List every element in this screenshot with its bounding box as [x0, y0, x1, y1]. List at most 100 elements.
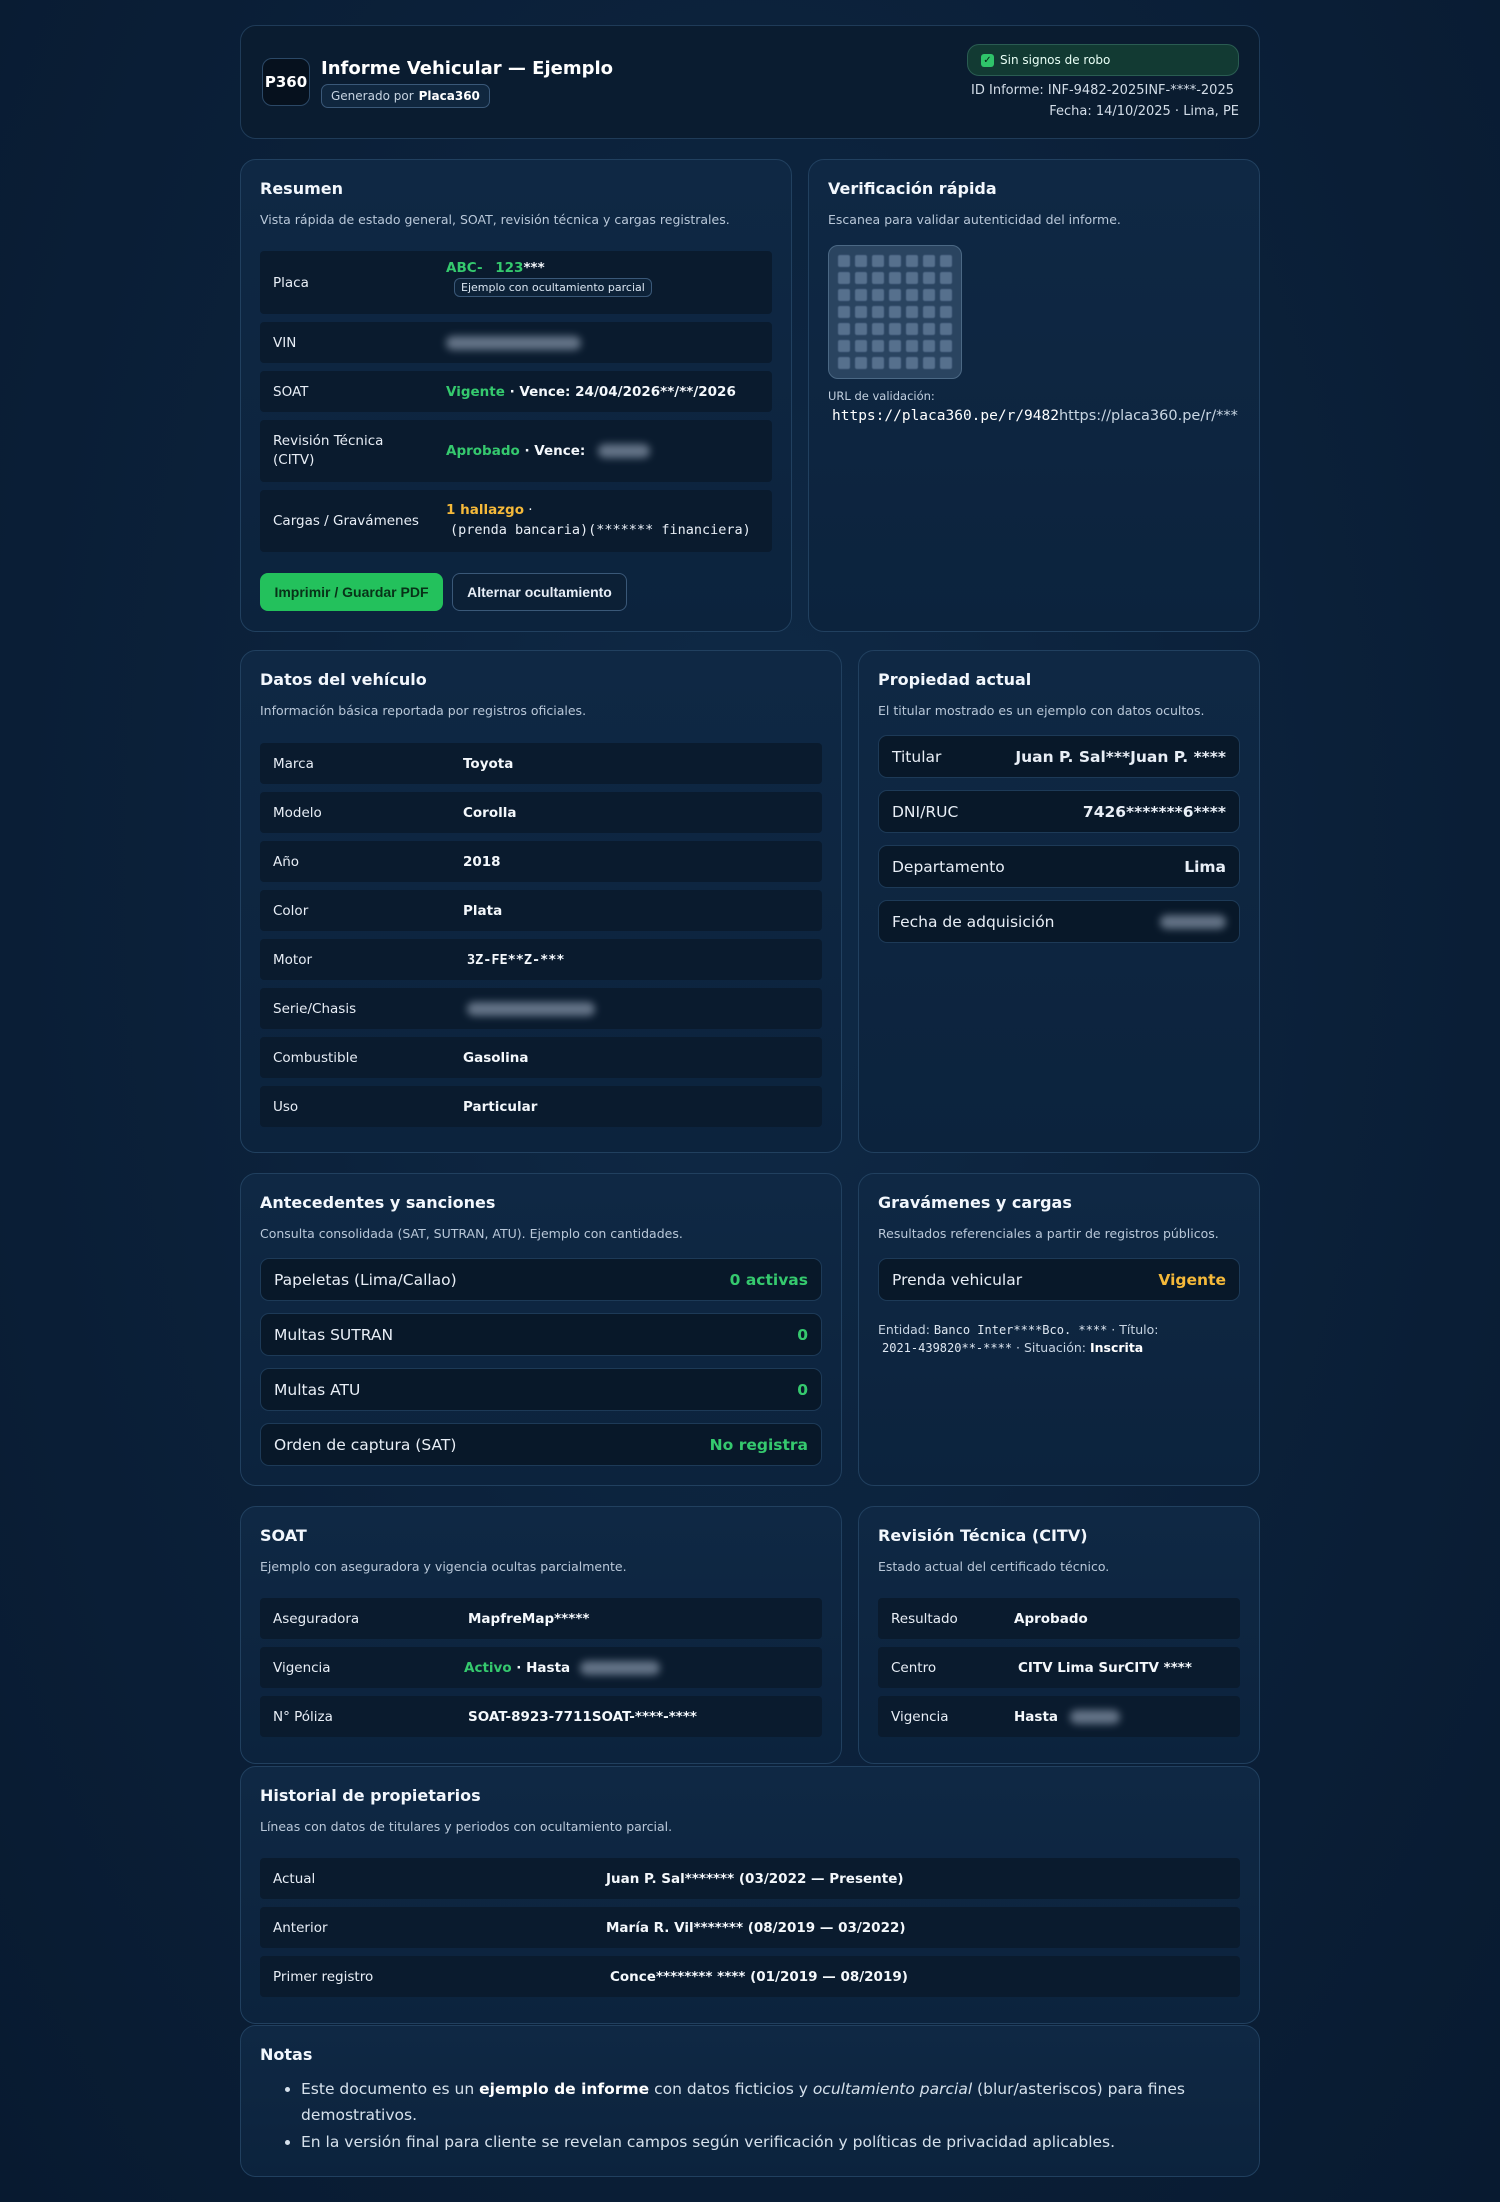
soat-date: 24/04/2026**/**/2026 [575, 383, 736, 400]
citv-subtitle: Estado actual del certificado técnico. [878, 1559, 1110, 1574]
row-label: Actual [273, 1870, 316, 1887]
row-label: Papeletas (Lima/Callao) [274, 1270, 457, 1289]
vehicle-row-color: Color Plata [260, 890, 822, 931]
citv-row-centro: Centro CITV Lima SurCITV **** [878, 1647, 1240, 1688]
vehicle-data-title: Datos del vehículo [260, 670, 427, 689]
lien-title-value: 2021-439820**-**** [882, 1341, 1013, 1355]
note-item: Este documento es un ejemplo de informe … [301, 2076, 1219, 2128]
citv-status: Aprobado [446, 443, 520, 459]
lien-status-value: Inscrita [1089, 1340, 1144, 1355]
soat-row-aseguradora: Aseguradora MapfreMap***** [260, 1598, 822, 1639]
row-label: Uso [273, 1098, 299, 1115]
soat-validity-status: Activo [464, 1659, 512, 1676]
soat-title: SOAT [260, 1526, 307, 1545]
lien-title-label: · Título: [1111, 1322, 1159, 1337]
row-label: Resultado [891, 1610, 958, 1627]
citv-until-date-blurred [1070, 1709, 1121, 1724]
history-subtitle: Líneas con datos de titulares y periodos… [260, 1819, 673, 1834]
row-label: Fecha de adquisición [892, 912, 1055, 931]
citv-row-resultado: Resultado Aprobado [878, 1598, 1240, 1639]
verification-subtitle: Escanea para validar autenticidad del in… [828, 212, 1121, 227]
policy-number-value: SOAT-8923-7711SOAT-****-**** [468, 1708, 697, 1725]
ownership-row-departamento: Departamento Lima [878, 845, 1240, 888]
ownership-row-titular: Titular Juan P. Sal***Juan P. **** [878, 735, 1240, 778]
row-label: Motor [273, 951, 313, 968]
records-row-atu: Multas ATU 0 [260, 1368, 822, 1411]
row-label: Anterior [273, 1919, 328, 1936]
row-label: VIN [273, 334, 297, 351]
owner-period: (01/2019 — 08/2019) [750, 1968, 908, 1985]
row-label: Multas ATU [274, 1380, 361, 1399]
vehicle-row-modelo: Modelo Corolla [260, 792, 822, 833]
print-pdf-button[interactable]: Imprimir / Guardar PDF [260, 573, 443, 611]
row-value: Vigente · Vence: 24/04/2026**/**/2026 [446, 384, 736, 400]
validation-url-value[interactable]: https://placa360.pe/r/9482 [832, 408, 1059, 424]
row-value: 1 hallazgo · (prenda bancaria)(******* f… [446, 500, 751, 540]
notes-card: Notas Este documento es un ejemplo de in… [240, 2025, 1260, 2177]
report-header: P360 Informe Vehicular — Ejemplo Generad… [240, 25, 1260, 139]
row-label: Revisión Técnica (CITV) [273, 433, 384, 468]
row-label: Aseguradora [273, 1610, 360, 1627]
report-date: Fecha: 14/10/2025 · Lima, PE [1049, 104, 1239, 119]
vehicle-row-anio: Año 2018 [260, 841, 822, 882]
liens-title: Gravámenes y cargas [878, 1193, 1072, 1212]
notes-list: Este documento es un ejemplo de informe … [301, 2076, 1219, 2156]
citv-center-value: CITV Lima SurCITV **** [1018, 1659, 1192, 1676]
liens-subtitle: Resultados referenciales a partir de reg… [878, 1226, 1219, 1241]
placa360-logo: P360 [262, 58, 310, 106]
acquisition-date-blurred [1160, 914, 1226, 929]
row-label: Marca [273, 755, 314, 772]
vin-blurred-value [446, 335, 581, 351]
summary-card: Resumen Vista rápida de estado general, … [240, 159, 792, 632]
row-label: Serie/Chasis [273, 1000, 357, 1017]
lien-entity-label: Entidad: [878, 1322, 930, 1337]
validation-url[interactable]: https://placa360.pe/r/9482https://placa3… [832, 406, 1238, 424]
soat-row-poliza: N° Póliza SOAT-8923-7711SOAT-****-**** [260, 1696, 822, 1737]
row-label: Cargas / Gravámenes [273, 513, 419, 529]
generated-by-brand: Placa360 [418, 89, 480, 103]
vehicle-row-marca: Marca Toyota [260, 743, 822, 784]
summary-subtitle: Vista rápida de estado general, SOAT, re… [260, 212, 730, 227]
no-theft-label: Sin signos de robo [1000, 53, 1111, 67]
plate-number: 123 [495, 260, 524, 276]
row-value: No registra [709, 1435, 808, 1454]
toggle-masking-button[interactable]: Alternar ocultamiento [452, 573, 627, 611]
qr-code-icon[interactable] [828, 245, 962, 379]
row-value: 7426*******6**** [1082, 802, 1226, 821]
liens-card: Gravámenes y cargas Resultados referenci… [858, 1173, 1260, 1486]
vehicle-row-serie: Serie/Chasis [260, 988, 822, 1029]
row-value: Aprobado · Vence: [446, 443, 651, 459]
row-label: Modelo [273, 804, 322, 821]
row-value: 0 [797, 1380, 808, 1399]
summary-row-soat: SOAT Vigente · Vence: 24/04/2026**/**/20… [260, 371, 772, 412]
summary-row-cargas: Cargas / Gravámenes 1 hallazgo · (prenda… [260, 490, 772, 552]
ownership-history-card: Historial de propietarios Líneas con dat… [240, 1766, 1260, 2024]
row-label: Año [273, 853, 300, 870]
row-label: Titular [892, 747, 942, 766]
summary-row-citv: Revisión Técnica (CITV) Aprobado · Vence… [260, 420, 772, 482]
summary-row-vin: VIN [260, 322, 772, 363]
row-value: Particular [463, 1098, 538, 1115]
history-row: Primer registro Conce******** **** (01/20… [260, 1956, 1240, 1997]
lien-entity-value: Banco Inter****Bco. **** [933, 1323, 1108, 1337]
soat-row-vigencia: Vigencia Activo · Hasta [260, 1647, 822, 1688]
row-value: Corolla [463, 804, 517, 821]
row-value: ABC- 123*** Ejemplo con ocultamiento par… [446, 260, 652, 297]
row-label: Vigencia [273, 1659, 331, 1676]
owner-name: María R. Vil******* [606, 1919, 743, 1936]
chassis-blurred-value [467, 1001, 595, 1017]
records-row-captura: Orden de captura (SAT) No registra [260, 1423, 822, 1466]
validation-url-label: URL de validación: [828, 389, 935, 403]
soat-status: Vigente [446, 383, 505, 400]
row-value: 0 [797, 1325, 808, 1344]
cargas-status: 1 hallazgo [446, 502, 524, 518]
insurer-value: MapfreMap***** [468, 1610, 590, 1627]
ownership-row-fecha: Fecha de adquisición [878, 900, 1240, 943]
row-value: Vigente [1158, 1270, 1226, 1289]
citv-until-label: Hasta [1014, 1708, 1059, 1725]
vehicle-row-motor: Motor 3Z-FE**Z-*** [260, 939, 822, 980]
cargas-sep: · [523, 502, 533, 518]
lien-details: Entidad: Banco Inter****Bco. **** · Títu… [878, 1321, 1218, 1357]
soat-vence-label: · Vence: [504, 383, 576, 400]
summary-row-placa: Placa ABC- 123*** Ejemplo con ocultamien… [260, 251, 772, 314]
